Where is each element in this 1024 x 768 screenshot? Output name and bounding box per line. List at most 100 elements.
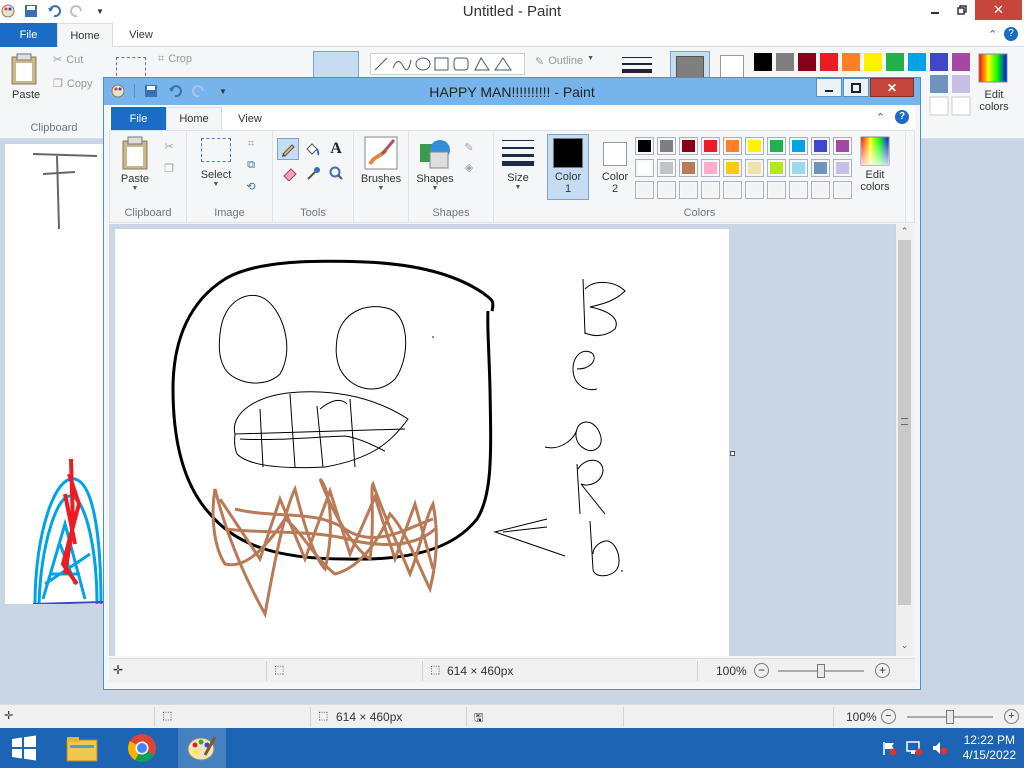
zoom-out-button[interactable]: − <box>754 663 769 678</box>
outline-icon[interactable]: ✎ <box>461 139 477 155</box>
scroll-down-arrow[interactable]: ⌄ <box>898 640 911 652</box>
crop-button[interactable]: ⌗ Crop <box>158 53 192 66</box>
tab-view[interactable]: View <box>222 107 278 130</box>
minimize-button[interactable] <box>921 0 948 20</box>
chrome-button[interactable] <box>118 728 166 768</box>
eraser-icon[interactable] <box>282 165 298 181</box>
edit-colors-button[interactable] <box>978 53 1008 86</box>
zoom-slider-thumb[interactable] <box>946 710 954 724</box>
text-tool-icon[interactable]: A <box>328 140 344 157</box>
help-icon[interactable]: ? <box>1004 27 1018 41</box>
palette-swatch[interactable] <box>811 159 830 177</box>
palette-swatch[interactable] <box>745 137 764 155</box>
palette-swatch[interactable] <box>811 137 830 155</box>
copy-icon[interactable]: ❐ <box>161 160 177 176</box>
background-titlebar[interactable]: ▼ Untitled - Paint ✕ <box>0 0 1024 23</box>
palette-swatch[interactable] <box>657 137 676 155</box>
cut-icon[interactable]: ✂ <box>161 138 177 154</box>
tab-view[interactable]: View <box>113 23 169 47</box>
palette-custom-slot[interactable] <box>635 181 654 199</box>
color1-button[interactable]: Color 1 <box>547 134 589 200</box>
tab-home[interactable]: Home <box>57 23 113 47</box>
clock[interactable]: 12:22 PM 4/15/2022 <box>963 733 1016 763</box>
scrollbar-thumb[interactable] <box>898 240 911 605</box>
palette-custom-slot[interactable] <box>789 181 808 199</box>
scroll-up-arrow[interactable]: ⌃ <box>898 226 911 238</box>
zoom-out-button[interactable]: − <box>881 709 896 724</box>
network-icon[interactable] <box>905 740 923 756</box>
palette-swatch[interactable] <box>789 137 808 155</box>
color2-swatch[interactable] <box>720 55 744 79</box>
palette-swatch[interactable] <box>767 159 786 177</box>
palette-swatch[interactable] <box>679 159 698 177</box>
palette-swatch[interactable] <box>723 137 742 155</box>
rotate-icon[interactable]: ⟲ <box>243 178 259 194</box>
file-explorer-button[interactable] <box>58 728 106 768</box>
palette-swatch[interactable] <box>833 137 852 155</box>
color2-button[interactable]: Color 2 <box>594 134 636 195</box>
maximize-button[interactable] <box>843 78 869 97</box>
size-button[interactable] <box>620 55 654 78</box>
select-button[interactable]: Select ▼ <box>194 138 238 189</box>
paste-button[interactable] <box>8 53 40 88</box>
palette-swatch[interactable] <box>679 137 698 155</box>
palette-swatch[interactable] <box>701 159 720 177</box>
pencil-icon[interactable] <box>277 138 299 160</box>
titlebar[interactable]: ▼ HAPPY MAN!!!!!!!!!! - Paint ✕ <box>104 78 920 105</box>
palette-custom-slot[interactable] <box>767 181 786 199</box>
collapse-ribbon-icon[interactable]: ⌃ <box>988 28 997 41</box>
edit-colors-button[interactable]: Edit colors <box>852 136 898 193</box>
vertical-scrollbar[interactable]: ⌃ ⌄ <box>895 224 913 656</box>
tab-home[interactable]: Home <box>166 107 222 130</box>
palette-swatch[interactable] <box>723 159 742 177</box>
palette-swatch[interactable] <box>635 159 654 177</box>
palette-custom-slot[interactable] <box>811 181 830 199</box>
zoom-slider-thumb[interactable] <box>817 664 825 678</box>
palette-custom-slot[interactable] <box>657 181 676 199</box>
paint-taskbar-button[interactable] <box>178 728 226 768</box>
paint-window[interactable]: ▼ HAPPY MAN!!!!!!!!!! - Paint ✕ File Hom… <box>103 77 921 690</box>
palette-custom-slot[interactable] <box>745 181 764 199</box>
action-center-flag-icon[interactable] <box>881 740 897 756</box>
palette-swatch[interactable] <box>789 159 808 177</box>
start-button[interactable] <box>0 728 48 768</box>
canvas-resize-handle[interactable] <box>730 451 735 456</box>
fill-icon[interactable]: ◈ <box>461 159 477 175</box>
volume-icon[interactable] <box>931 740 949 756</box>
background-canvas[interactable] <box>5 144 104 605</box>
resize-icon[interactable]: ⧉ <box>243 157 259 173</box>
shapes-button[interactable]: Shapes ▼ <box>413 136 457 193</box>
palette-swatch[interactable] <box>635 137 654 155</box>
paste-button[interactable]: Paste ▼ <box>117 136 153 193</box>
palette-swatch[interactable] <box>833 159 852 177</box>
palette-custom-slot[interactable] <box>679 181 698 199</box>
outline-button[interactable]: ✎ Outline ▼ <box>535 55 594 68</box>
restore-button[interactable] <box>948 0 975 20</box>
collapse-ribbon-icon[interactable]: ⌃ <box>876 111 885 124</box>
canvas-area[interactable] <box>109 224 904 656</box>
color-picker-icon[interactable] <box>305 165 321 181</box>
palette-custom-slot[interactable] <box>833 181 852 199</box>
palette-custom-slot[interactable] <box>701 181 720 199</box>
palette-swatch[interactable] <box>701 137 720 155</box>
copy-button[interactable]: ❐ Copy <box>53 77 93 91</box>
palette-swatch[interactable] <box>657 159 676 177</box>
shapes-gallery[interactable] <box>370 53 525 75</box>
close-button[interactable]: ✕ <box>870 78 914 97</box>
cut-button[interactable]: ✂ Cut <box>53 53 83 67</box>
close-button[interactable]: ✕ <box>975 0 1022 20</box>
minimize-button[interactable] <box>816 78 842 97</box>
brushes-button[interactable]: Brushes ▼ <box>359 136 403 193</box>
zoom-in-button[interactable]: + <box>1004 709 1019 724</box>
drawing-canvas[interactable] <box>115 229 729 656</box>
palette-custom-slot[interactable] <box>723 181 742 199</box>
tab-file[interactable]: File <box>111 107 166 130</box>
tab-file[interactable]: File <box>0 23 57 47</box>
palette-swatch[interactable] <box>767 137 786 155</box>
help-icon[interactable]: ? <box>895 110 909 124</box>
crop-icon[interactable]: ⌗ <box>243 136 259 152</box>
magnifier-icon[interactable] <box>328 165 344 181</box>
size-button[interactable]: Size ▼ <box>498 136 538 192</box>
zoom-in-button[interactable]: + <box>875 663 890 678</box>
fill-bucket-icon[interactable] <box>304 141 320 157</box>
